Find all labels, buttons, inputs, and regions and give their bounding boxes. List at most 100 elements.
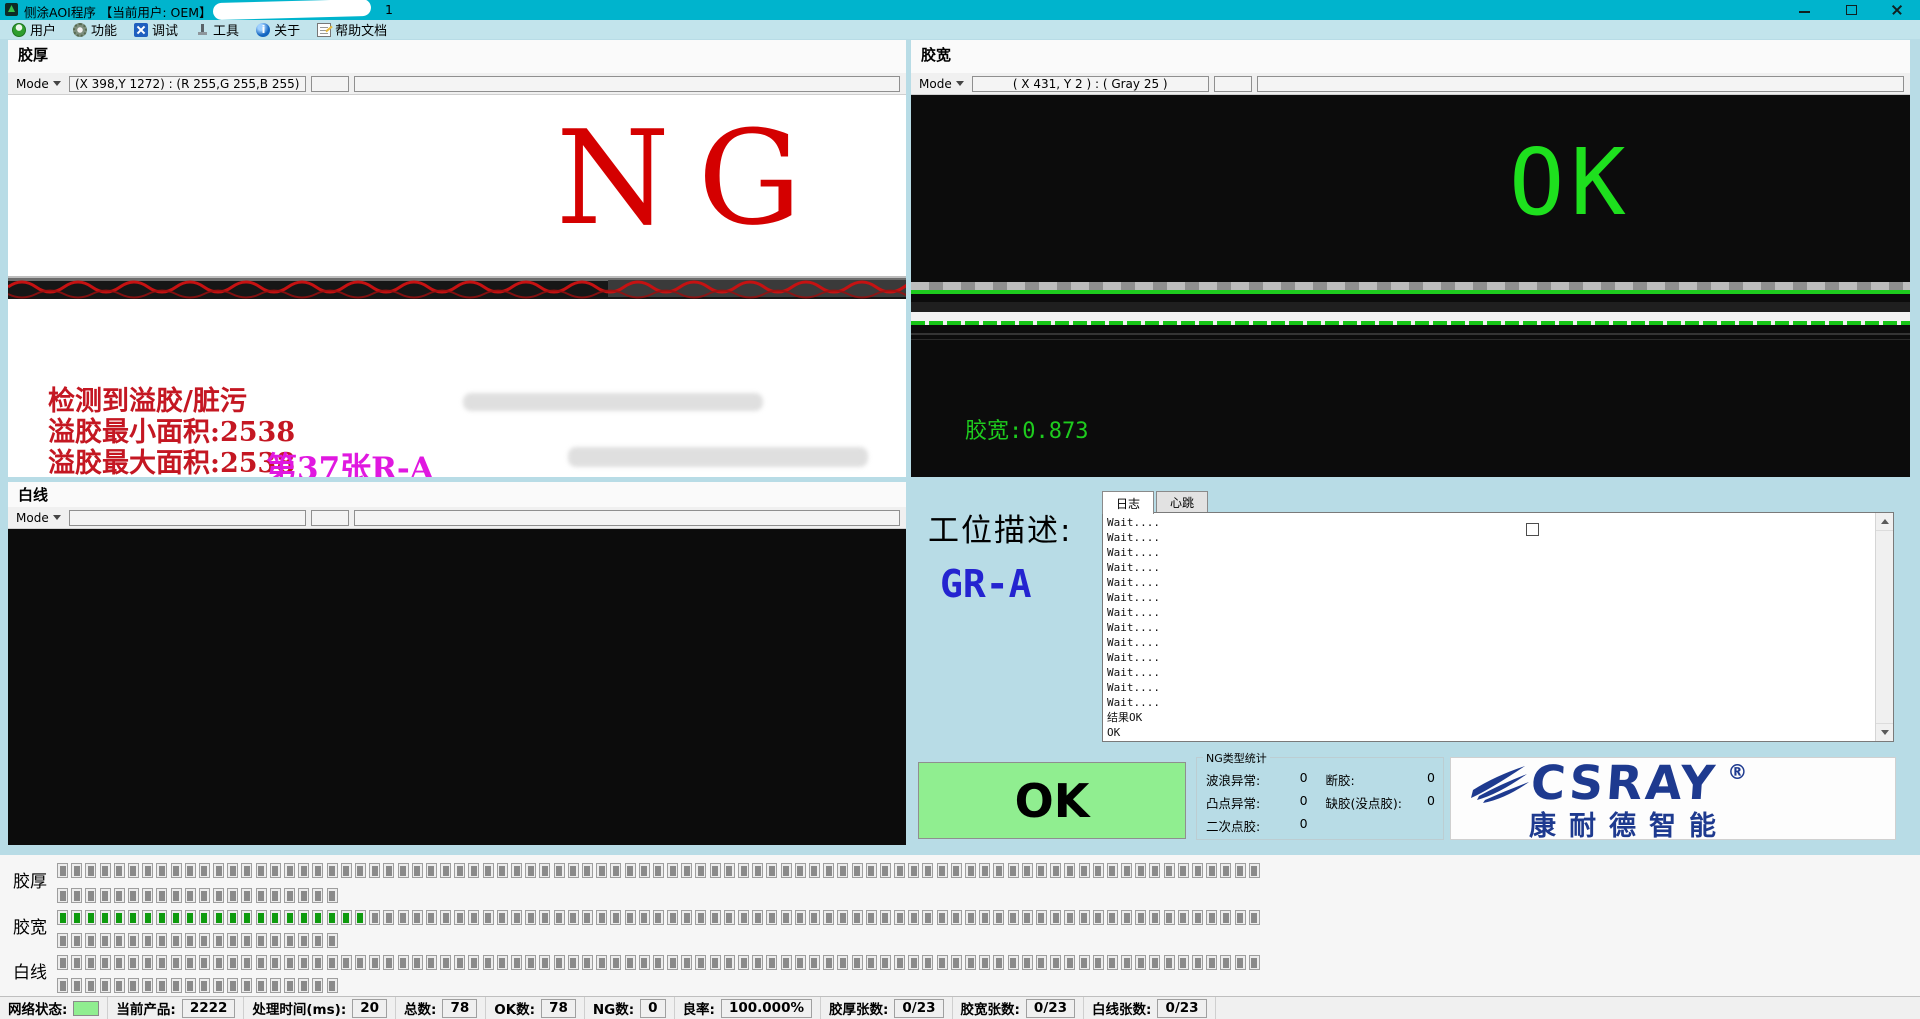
menu-item-tools[interactable]: 工具 [189, 20, 250, 39]
progress-cell [1022, 910, 1033, 925]
progress-cell [880, 863, 891, 878]
progress-cell [241, 955, 252, 970]
progress-cell [142, 933, 153, 948]
close-button[interactable] [1874, 0, 1920, 20]
progress-cell [100, 978, 111, 993]
progress-cell [256, 955, 267, 970]
log-line: Wait.... [1107, 650, 1873, 665]
progress-cell [1022, 955, 1033, 970]
menu-item-help-doc[interactable]: 帮助文档 [311, 20, 398, 39]
white-line-mode-dropdown[interactable]: Mode [12, 509, 65, 527]
progress-cell [426, 910, 437, 925]
menu-item-function[interactable]: 功能 [67, 20, 128, 39]
progress-cell [383, 955, 394, 970]
progress-cell [852, 863, 863, 878]
defect-report-text: 检测到溢胶/脏污 溢胶最小面积:2538 溢胶最大面积:2538 [48, 386, 295, 477]
progress-cell [539, 910, 550, 925]
progress-cell [781, 955, 792, 970]
app-window: 侧涂AOI程序 【当前用户: OEM】 编 1 用户功能调试工具关于帮助文档 胶… [0, 0, 1920, 1019]
minimize-button[interactable] [1782, 0, 1828, 20]
status-ok-count: OK数:78 [486, 997, 585, 1019]
progress-cell [284, 863, 295, 878]
progress-cell [710, 910, 721, 925]
progress-cell [965, 863, 976, 878]
about-icon [256, 23, 270, 37]
progress-row [57, 933, 338, 948]
progress-cell [965, 910, 976, 925]
function-icon [73, 23, 87, 37]
glue-width-panel-header: 胶宽 [911, 40, 1910, 74]
progress-cell [497, 863, 508, 878]
status-label: OK数: [494, 998, 535, 1018]
progress-cell [1220, 955, 1231, 970]
scroll-down-icon[interactable] [1876, 723, 1893, 741]
menu-item-label: 帮助文档 [335, 20, 387, 39]
progress-cell [610, 910, 621, 925]
progress-cell [171, 955, 182, 970]
progress-cell [327, 978, 338, 993]
progress-cell [525, 955, 536, 970]
progress-cell [1107, 955, 1118, 970]
progress-cell [483, 955, 494, 970]
glue-thickness-mode-dropdown[interactable]: Mode [12, 75, 65, 93]
progress-cell [497, 955, 508, 970]
maximize-button[interactable] [1828, 0, 1874, 20]
log-tab-log[interactable]: 日志 [1102, 491, 1154, 514]
progress-cell [256, 933, 267, 948]
progress-cell [270, 933, 281, 948]
progress-cell [837, 955, 848, 970]
progress-cell [1164, 955, 1175, 970]
scroll-up-icon[interactable] [1876, 513, 1893, 531]
glue-width-aux-box [1214, 76, 1252, 92]
progress-cell [653, 955, 664, 970]
progress-cell [241, 910, 252, 925]
status-thickness-frames: 胶厚张数:0/23 [821, 997, 953, 1019]
progress-cell [383, 863, 394, 878]
status-value: 0 [640, 999, 665, 1018]
status-label: 当前产品: [116, 998, 175, 1018]
progress-cell [1235, 955, 1246, 970]
progress-cell [298, 933, 309, 948]
progress-cell [142, 863, 153, 878]
glue-width-mode-dropdown[interactable]: Mode [915, 75, 968, 93]
progress-cell [156, 910, 167, 925]
progress-cell [298, 863, 309, 878]
progress-cell [525, 910, 536, 925]
progress-cell [199, 955, 210, 970]
progress-cell [1149, 955, 1160, 970]
status-label: 处理时间(ms): [252, 998, 346, 1018]
minimize-icon [1799, 11, 1810, 13]
progress-cell [156, 863, 167, 878]
progress-cell [596, 863, 607, 878]
progress-cell [894, 863, 905, 878]
menu-item-debug[interactable]: 调试 [128, 20, 189, 39]
progress-cell [369, 955, 380, 970]
progress-cell [1008, 910, 1019, 925]
progress-cell [1022, 863, 1033, 878]
progress-cell [114, 933, 125, 948]
menu-item-user[interactable]: 用户 [6, 20, 67, 39]
white-line-panel-header: 白线 [8, 482, 906, 508]
progress-cell [57, 933, 68, 948]
progress-cell [625, 955, 636, 970]
log-checkbox[interactable] [1526, 523, 1539, 536]
csray-swoosh-icon [1469, 760, 1531, 804]
progress-cell [312, 978, 323, 993]
log-line: Wait.... [1107, 635, 1873, 650]
menu-item-about[interactable]: 关于 [250, 20, 311, 39]
progress-cell [1107, 910, 1118, 925]
progress-cell [1050, 955, 1061, 970]
log-line: OK [1107, 725, 1873, 739]
progress-cell [965, 955, 976, 970]
progress-cell [1135, 910, 1146, 925]
title-redaction-scribble [213, 0, 371, 20]
progress-cell [256, 888, 267, 903]
log-scrollbar[interactable] [1875, 513, 1893, 741]
progress-cell [1093, 863, 1104, 878]
log-tab-heartbeat[interactable]: 心跳 [1156, 491, 1208, 512]
status-label: 总数: [404, 998, 436, 1018]
progress-cell [142, 955, 153, 970]
progress-cell [85, 863, 96, 878]
progress-cell [312, 933, 323, 948]
progress-cell [937, 955, 948, 970]
